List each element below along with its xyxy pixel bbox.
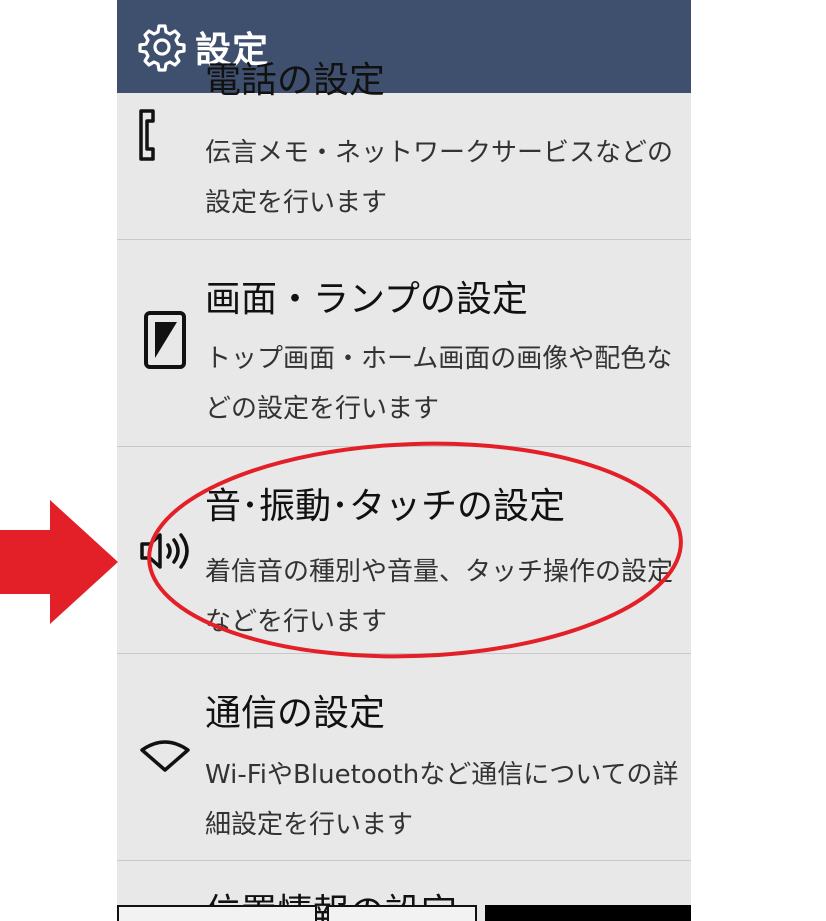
item-title: 通信の設定 [205,693,386,734]
settings-item-screen-lamp[interactable]: 画面・ランプの設定 トップ画面・ホーム画面の画像や配色などの設定を行います [117,240,691,447]
item-description: Wi-FiやBluetoothなど通信についての詳細設定を行います [205,760,679,840]
red-arrow-annotation [0,500,118,624]
settings-item-communication[interactable]: 通信の設定 Wi-FiやBluetoothなど通信についての詳細設定を行います [117,654,691,861]
bottom-button-middle[interactable] [327,905,477,921]
item-title: 画面・ランプの設定 [205,279,528,320]
app-header: 設定 [117,0,691,93]
bottom-button-bar [117,905,691,921]
red-circle-annotation [147,441,683,659]
item-description: トップ画面・ホーム画面の画像や配色などの設定を行います [205,344,673,424]
gear-icon [138,23,186,72]
phone-icon [139,109,155,161]
wifi-icon [140,740,190,772]
item-title: 電話の設定 [205,60,386,101]
settings-item-phone[interactable]: 電話の設定 伝言メモ・ネットワークサービスなどの設定を行います [117,60,691,240]
bottom-bar-dark-area [485,905,691,921]
screen-icon [144,311,186,369]
item-description: 伝言メモ・ネットワークサービスなどの設定を行います [205,138,674,218]
bottom-button-left[interactable] [117,905,317,921]
